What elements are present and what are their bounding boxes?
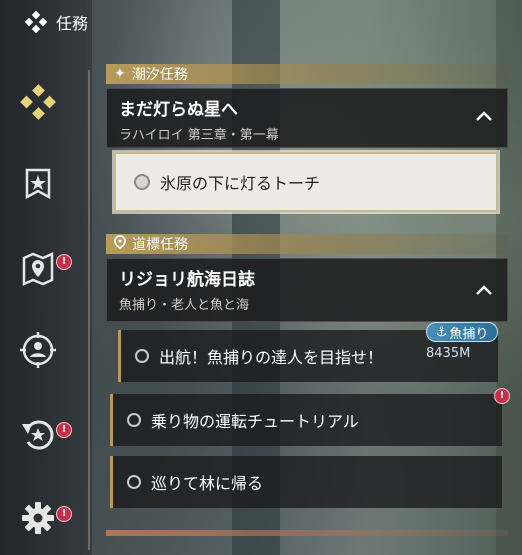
- nav-return[interactable]: [16, 412, 60, 456]
- fishing-tag: ⚓ 魚捕り: [426, 322, 498, 342]
- banner-star-icon: [25, 168, 51, 200]
- chevron-up-icon[interactable]: [475, 107, 493, 126]
- quest-header[interactable]: まだ灯らぬ星へ ラハイロイ 第三章・第一幕: [106, 88, 508, 148]
- quest-subtitle: ラハイロイ 第三章・第一幕: [119, 128, 279, 143]
- quest-diamond-icon: [24, 10, 48, 34]
- target-person-icon: [20, 332, 56, 368]
- page-title: 任務: [56, 14, 89, 33]
- status-circle-icon: [127, 413, 141, 427]
- quest-task-selected[interactable]: 氷原の下に灯るトーチ: [114, 152, 498, 212]
- location-pin-icon: [114, 235, 126, 253]
- sparkle-icon: ✦: [114, 66, 126, 82]
- side-divider: [88, 70, 90, 550]
- tag-label: 魚捕り: [449, 326, 489, 342]
- nav-quests[interactable]: [16, 80, 60, 124]
- nav-map[interactable]: [16, 246, 60, 290]
- anchor-icon: ⚓: [435, 324, 448, 340]
- status-circle-icon: [135, 349, 149, 363]
- return-arrow-icon: [22, 420, 54, 450]
- page-header: 任務: [24, 10, 88, 34]
- quest-task[interactable]: 乗り物の運転チュートリアル: [110, 394, 502, 446]
- nav-banner[interactable]: [16, 162, 60, 206]
- task-label: 巡りて林に帰る: [151, 474, 264, 493]
- section-header-partial: [106, 530, 508, 536]
- alert-badge: !: [56, 254, 72, 270]
- quest-title: まだ灯らぬ星へ: [119, 100, 238, 120]
- section-header-waypoint: 道標任務: [106, 234, 508, 254]
- alert-badge: !: [494, 388, 510, 404]
- nav-target[interactable]: [16, 328, 60, 372]
- alert-badge: !: [56, 506, 72, 522]
- chevron-up-icon[interactable]: [475, 281, 493, 300]
- task-label: 乗り物の運転チュートリアル: [151, 412, 359, 431]
- quest-diamond-icon: [20, 84, 56, 120]
- task-label: 氷原の下に灯るトーチ: [160, 174, 321, 193]
- alert-badge: !: [56, 422, 72, 438]
- section-header-tide: ✦ 潮汐任務: [106, 64, 508, 84]
- quest-title: リジョリ航海日誌: [119, 270, 255, 290]
- section-label: 道標任務: [132, 237, 188, 253]
- quest-header[interactable]: リジョリ航海日誌 魚捕り・老人と魚と海: [106, 258, 508, 322]
- section-label: 潮汐任務: [131, 67, 188, 83]
- status-circle-icon: [127, 475, 141, 489]
- map-pin-icon: [22, 252, 54, 286]
- task-label: 出航！魚捕りの達人を目指せ！: [159, 348, 384, 367]
- quest-task[interactable]: 巡りて林に帰る: [110, 456, 502, 508]
- gear-icon: [22, 502, 54, 534]
- status-circle-icon: [134, 174, 150, 190]
- distance-readout: 8435M: [426, 346, 471, 361]
- nav-settings[interactable]: [16, 496, 60, 540]
- quest-subtitle: 魚捕り・老人と魚と海: [119, 298, 250, 313]
